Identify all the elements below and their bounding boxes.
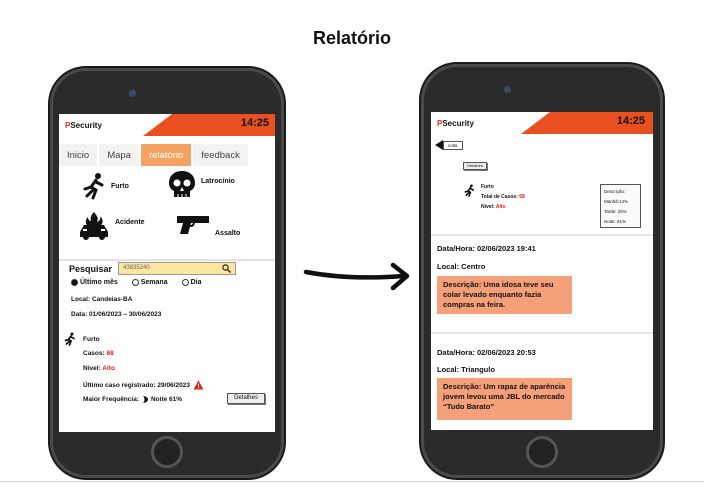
running-person-icon xyxy=(464,184,475,197)
radio-dot xyxy=(131,279,139,286)
transition-arrow xyxy=(303,262,410,291)
last-case-text: Último caso registrado: 29/06/2023 xyxy=(83,380,204,390)
skull-icon xyxy=(169,171,195,197)
search-input[interactable]: 43835240 xyxy=(118,262,237,275)
warning-icon xyxy=(193,380,204,390)
left-phone: PSecurity 14:25 Inicio Mapa relatório fe… xyxy=(50,68,284,478)
radio-ultimo-mes[interactable]: Último mês xyxy=(71,279,118,286)
category-assalto[interactable]: Assalto xyxy=(175,212,240,237)
card-separator xyxy=(431,332,653,334)
frequency-noite: Noite: 61% xyxy=(604,218,627,224)
search-icon[interactable] xyxy=(222,264,232,273)
period-radio-group: Último mês Semana Dia xyxy=(71,279,202,286)
summary-type: Furto xyxy=(481,184,494,190)
card-separator xyxy=(431,234,653,236)
radio-dot-selected xyxy=(71,279,78,286)
report-card[interactable]: Data/Hora: 02/06/2023 19:41 Local: Centr… xyxy=(431,238,653,326)
level-text: Nível: Alto xyxy=(83,365,115,372)
summary-furto: Furto xyxy=(63,332,100,346)
report-description: Descrição: Um rapaz de aparência jovem l… xyxy=(437,378,572,420)
bottom-rule xyxy=(0,481,704,482)
report-datetime: Data/Hora: 02/06/2023 20:53 xyxy=(437,348,536,357)
search-row: Pesquisar 43835240 xyxy=(69,262,237,275)
car-fire-icon xyxy=(80,212,108,240)
slide-title: Relatório xyxy=(312,28,391,48)
details-button[interactable]: Detalhes xyxy=(463,162,487,170)
tab-relatorio[interactable]: relatório xyxy=(140,144,192,166)
local-text: Local: Candeias-BA xyxy=(71,296,133,303)
clock: 14:25 xyxy=(616,115,645,127)
left-screen: PSecurity 14:25 Inicio Mapa relatório fe… xyxy=(59,114,275,432)
category-latrocinio[interactable]: Latrocínio xyxy=(167,170,235,202)
back-button[interactable]: volta xyxy=(435,140,463,150)
details-button[interactable]: Detalhes xyxy=(227,393,265,404)
right-phone: PSecurity 14:25 volta Detalhes Furto Tot… xyxy=(421,64,663,478)
radio-dot xyxy=(181,279,189,286)
tab-feedback[interactable]: feedback xyxy=(193,144,248,166)
frequency-text: Maior Frequência: Noite 61% xyxy=(83,396,183,403)
home-button[interactable] xyxy=(151,436,183,468)
moon-icon xyxy=(142,396,148,403)
running-person-icon xyxy=(83,173,104,200)
home-button[interactable] xyxy=(526,436,558,468)
frequency-manha: Manhã:14% xyxy=(604,198,629,204)
tab-mapa[interactable]: Mapa xyxy=(99,144,139,166)
brand-logo: PSecurity xyxy=(437,119,474,128)
search-label: Pesquisar xyxy=(69,263,113,274)
level-text: Nível: Alto xyxy=(481,204,506,210)
camera-dot xyxy=(504,86,511,93)
tab-bar: Inicio Mapa relatório feedback xyxy=(59,144,275,166)
clock: 14:25 xyxy=(240,117,269,129)
gun-icon xyxy=(177,215,209,234)
frequency-title: Descrição: xyxy=(604,189,626,194)
camera-dot xyxy=(129,90,136,97)
app-header: PSecurity 14:25 xyxy=(59,114,275,136)
category-furto[interactable]: Furto xyxy=(81,172,129,200)
report-local: Local: Triangulo xyxy=(437,365,495,374)
report-description: Descrição: Uma idosa teve seu colar leva… xyxy=(437,276,572,314)
back-arrow-icon xyxy=(435,140,443,150)
report-local: Local: Centro xyxy=(437,262,486,271)
date-range-text: Data: 01/06/2023 – 30/06/2023 xyxy=(71,311,162,318)
report-datetime: Data/Hora: 02/06/2023 19:41 xyxy=(437,244,536,253)
running-person-icon xyxy=(64,332,75,346)
total-cases-text: Total de Casos: 68 xyxy=(481,194,525,200)
cases-text: Casos: 68 xyxy=(83,350,114,357)
frequency-box: Descrição: Manhã:14% Tarde: 25% Noite: 6… xyxy=(600,184,641,228)
brand-logo: PSecurity xyxy=(65,121,102,130)
section-divider xyxy=(59,259,275,261)
report-card[interactable]: Data/Hora: 02/06/2023 20:53 Local: Trian… xyxy=(431,344,653,430)
frequency-tarde: Tarde: 25% xyxy=(604,208,627,214)
right-screen: PSecurity 14:25 volta Detalhes Furto Tot… xyxy=(431,112,653,430)
app-header: PSecurity 14:25 xyxy=(431,112,653,134)
radio-semana[interactable]: Semana xyxy=(131,279,168,286)
tab-inicio[interactable]: Inicio xyxy=(59,144,98,166)
radio-dia[interactable]: Dia xyxy=(181,279,202,286)
category-acidente[interactable]: Acidente xyxy=(77,210,145,240)
